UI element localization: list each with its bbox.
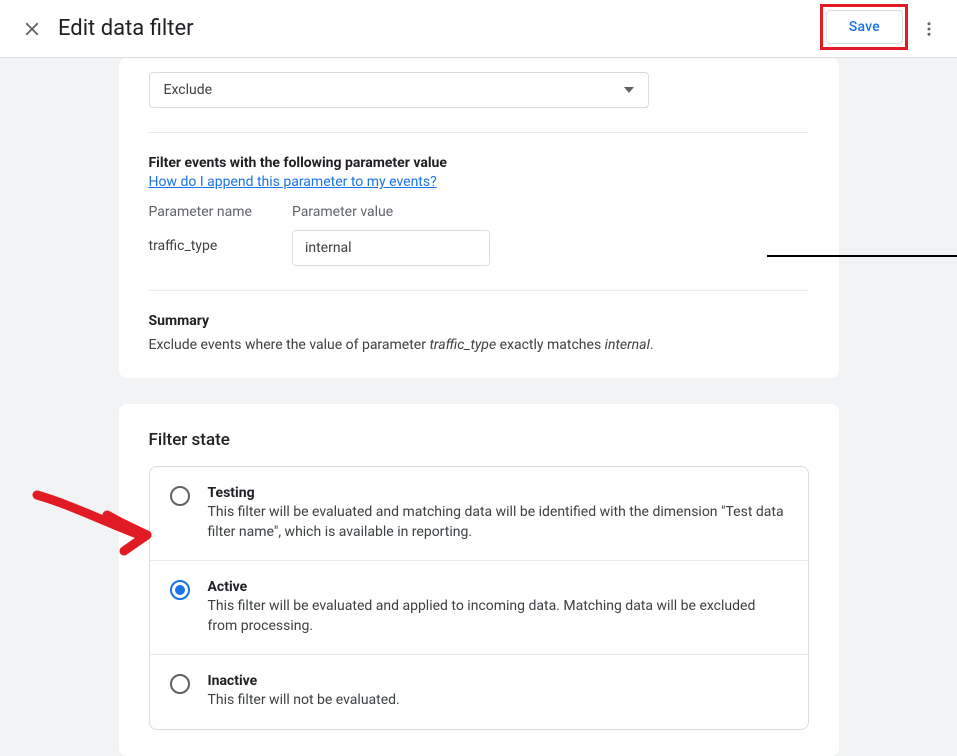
save-button[interactable]: Save bbox=[826, 10, 903, 44]
filter-state-option-active[interactable]: Active This filter will be evaluated and… bbox=[150, 560, 808, 654]
help-link-append-parameter[interactable]: How do I append this parameter to my eve… bbox=[149, 174, 437, 190]
parameter-value-label: Parameter value bbox=[292, 204, 490, 220]
parameter-name-value: traffic_type bbox=[149, 230, 252, 254]
radio-icon bbox=[170, 674, 190, 694]
more-vert-icon bbox=[920, 20, 938, 38]
close-button[interactable] bbox=[12, 9, 52, 49]
radio-icon bbox=[170, 580, 190, 600]
content-area: Exclude Filter events with the following… bbox=[0, 58, 957, 756]
radio-title: Testing bbox=[208, 485, 788, 501]
radio-title: Active bbox=[208, 579, 788, 595]
filter-events-heading: Filter events with the following paramet… bbox=[149, 155, 809, 171]
more-menu-button[interactable] bbox=[909, 9, 949, 49]
dialog-header: Edit data filter Save bbox=[0, 0, 957, 58]
chevron-down-icon bbox=[624, 85, 634, 95]
filter-operation-value: Exclude bbox=[164, 82, 213, 98]
dialog-title: Edit data filter bbox=[58, 16, 194, 41]
filter-state-card: Filter state Testing This filter will be… bbox=[119, 404, 839, 756]
radio-desc: This filter will be evaluated and applie… bbox=[208, 597, 788, 636]
filter-operation-select[interactable]: Exclude bbox=[149, 72, 649, 108]
annotation-line bbox=[767, 255, 957, 257]
summary-heading: Summary bbox=[149, 313, 809, 329]
summary-text: Exclude events where the value of parame… bbox=[149, 335, 809, 356]
filter-config-card: Exclude Filter events with the following… bbox=[119, 58, 839, 378]
filter-state-option-inactive[interactable]: Inactive This filter will not be evaluat… bbox=[150, 654, 808, 729]
radio-title: Inactive bbox=[208, 673, 788, 689]
filter-state-radio-group: Testing This filter will be evaluated an… bbox=[149, 466, 809, 730]
parameter-value-input[interactable] bbox=[292, 230, 490, 266]
filter-state-option-testing[interactable]: Testing This filter will be evaluated an… bbox=[150, 467, 808, 560]
radio-desc: This filter will be evaluated and matchi… bbox=[208, 503, 788, 542]
divider bbox=[149, 132, 809, 133]
parameter-name-label: Parameter name bbox=[149, 204, 252, 220]
radio-icon bbox=[170, 486, 190, 506]
close-icon bbox=[21, 18, 43, 40]
radio-desc: This filter will not be evaluated. bbox=[208, 691, 788, 711]
filter-state-heading: Filter state bbox=[149, 430, 809, 450]
divider bbox=[149, 290, 809, 291]
